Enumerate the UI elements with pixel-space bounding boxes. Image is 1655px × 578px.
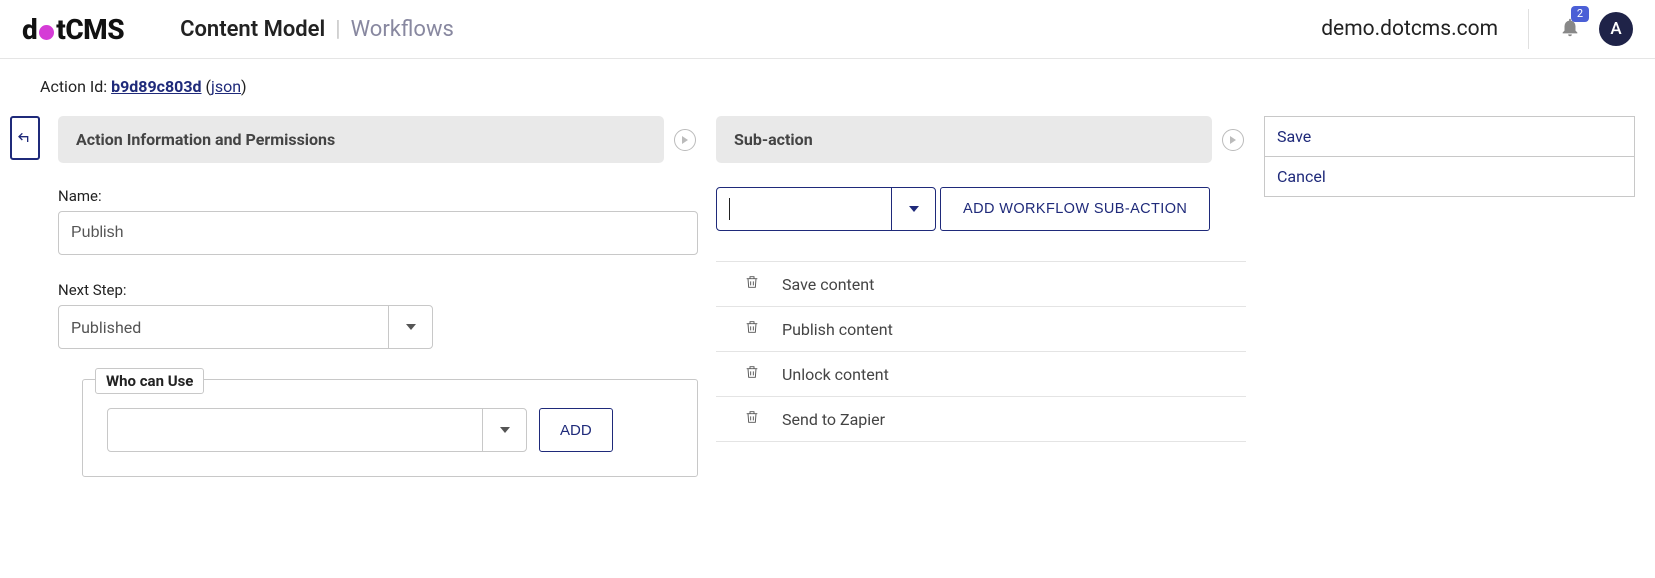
trash-icon xyxy=(744,319,760,335)
notifications-button[interactable]: 2 xyxy=(1559,16,1581,42)
who-can-use-dropdown-button[interactable] xyxy=(482,409,526,451)
paren-close: ) xyxy=(241,77,247,96)
next-step-label: Next Step: xyxy=(58,281,698,299)
trash-icon xyxy=(744,364,760,380)
list-item[interactable]: Publish content xyxy=(716,307,1246,352)
panel-action-info-title: Action Information and Permissions xyxy=(58,116,664,163)
who-can-use-select[interactable] xyxy=(107,408,527,452)
chevron-down-icon xyxy=(909,206,919,212)
sub-action-input[interactable] xyxy=(717,188,891,230)
logo-text-t: t xyxy=(56,13,65,46)
next-step-select[interactable]: Published xyxy=(58,305,433,349)
list-item[interactable]: Unlock content xyxy=(716,352,1246,397)
logo-text-cms: CMS xyxy=(65,13,124,46)
paren-open: ( xyxy=(202,77,211,96)
next-step-value: Published xyxy=(59,306,388,348)
who-can-use-legend: Who can Use xyxy=(95,368,204,394)
chevron-right-icon xyxy=(674,129,696,151)
next-step-dropdown-button[interactable] xyxy=(388,306,432,348)
avatar[interactable]: A xyxy=(1599,12,1633,46)
cancel-button[interactable]: Cancel xyxy=(1264,157,1635,197)
chevron-down-icon xyxy=(406,324,416,330)
header-divider xyxy=(1528,9,1529,49)
list-item[interactable]: Send to Zapier xyxy=(716,397,1246,442)
side-actions: Save Cancel xyxy=(1264,116,1635,197)
sub-action-select[interactable] xyxy=(716,187,936,231)
sub-action-label: Send to Zapier xyxy=(782,410,885,429)
add-workflow-subaction-button[interactable]: ADD WORKFLOW SUB-ACTION xyxy=(940,187,1210,231)
app-header: d t CMS Content Model | Workflows demo.d… xyxy=(0,0,1655,59)
host-name[interactable]: demo.dotcms.com xyxy=(1321,17,1498,41)
panel-action-info: Action Information and Permissions Name:… xyxy=(58,116,698,477)
breadcrumb: Content Model | Workflows xyxy=(180,17,454,42)
save-button[interactable]: Save xyxy=(1264,116,1635,157)
breadcrumb-sub[interactable]: Workflows xyxy=(351,17,454,42)
sub-action-label: Unlock content xyxy=(782,365,889,384)
chevron-down-icon xyxy=(500,427,510,433)
trash-icon xyxy=(744,409,760,425)
panel-sub-action-title: Sub-action xyxy=(716,116,1212,163)
who-add-button[interactable]: ADD xyxy=(539,408,613,452)
notification-badge: 2 xyxy=(1571,6,1589,22)
avatar-letter: A xyxy=(1610,19,1621,39)
delete-sub-action-button[interactable] xyxy=(744,364,760,384)
logo-text-d: d xyxy=(22,13,37,46)
logo[interactable]: d t CMS xyxy=(22,13,124,46)
name-input[interactable] xyxy=(58,211,698,255)
delete-sub-action-button[interactable] xyxy=(744,319,760,339)
sub-action-label: Publish content xyxy=(782,320,893,339)
list-item[interactable]: Save content xyxy=(716,262,1246,307)
delete-sub-action-button[interactable] xyxy=(744,274,760,294)
sub-action-list: Save content Publish content Unlock cont… xyxy=(716,261,1246,442)
who-can-use-value xyxy=(108,409,482,451)
who-can-use-fieldset: Who can Use ADD xyxy=(82,379,698,477)
action-id-label: Action Id: xyxy=(40,77,111,96)
text-cursor-icon xyxy=(729,198,730,220)
breadcrumb-separator: | xyxy=(335,17,340,42)
back-button[interactable] xyxy=(10,116,40,160)
panel-sub-action: Sub-action ADD WORKFLOW SUB-ACTION xyxy=(716,116,1246,442)
sub-action-dropdown-button[interactable] xyxy=(891,188,935,230)
action-meta: Action Id: b9d89c803d (json) xyxy=(0,59,1655,96)
delete-sub-action-button[interactable] xyxy=(744,409,760,429)
action-id-link[interactable]: b9d89c803d xyxy=(111,77,201,96)
json-link[interactable]: json xyxy=(211,77,241,96)
back-arrow-icon xyxy=(17,130,33,146)
name-label: Name: xyxy=(58,187,698,205)
logo-dot-icon xyxy=(39,25,54,40)
breadcrumb-main[interactable]: Content Model xyxy=(180,17,325,42)
chevron-right-icon xyxy=(1222,129,1244,151)
sub-action-label: Save content xyxy=(782,275,874,294)
trash-icon xyxy=(744,274,760,290)
